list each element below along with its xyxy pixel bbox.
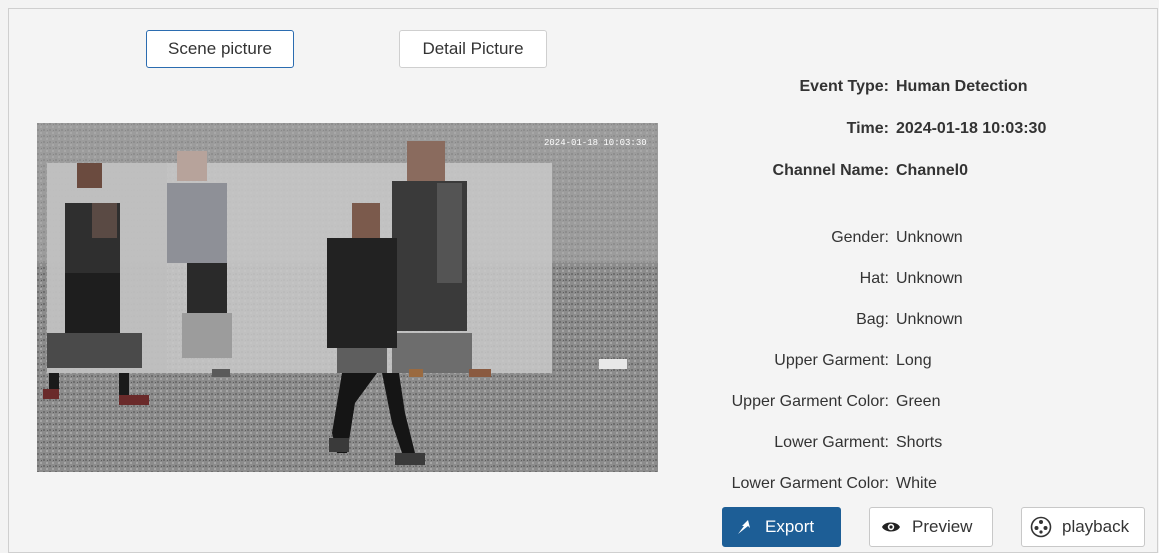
bag-label: Bag: [856,311,889,328]
upper-garment-color-label: Upper Garment Color: [731,393,889,410]
playback-label: playback [1062,517,1130,536]
eye-icon [880,516,902,538]
lower-garment-color-label: Lower Garment Color: [731,475,889,492]
channel-name-value: Channel0 [896,162,969,179]
bag-value: Unknown [896,311,963,328]
hat-value: Unknown [896,270,963,287]
tab-scene-picture[interactable]: Scene picture [146,30,294,68]
tab-detail-picture[interactable]: Detail Picture [399,30,547,68]
lower-garment-color-value: White [896,475,937,492]
hat-label: Hat: [859,270,889,287]
upper-garment-color-value: Green [896,393,941,410]
event-type-label: Event Type: [799,78,890,95]
upper-garment-value: Long [896,352,932,369]
upper-garment-label: Upper Garment: [774,352,889,369]
time-label: Time: [846,120,889,137]
event-type-value: Human Detection [896,78,1028,95]
time-value: 2024-01-18 10:03:30 [896,120,1047,137]
playback-icon [1030,516,1052,538]
playback-button[interactable]: playback [1021,507,1145,547]
export-button[interactable]: Export [722,507,841,547]
channel-name-label: Channel Name: [772,162,889,179]
scene-snapshot: 2024-01-18 10:03:30 [37,123,658,472]
lower-garment-label: Lower Garment: [774,434,889,451]
preview-label: Preview [912,517,973,536]
gender-value: Unknown [896,229,963,246]
gender-label: Gender: [831,229,889,246]
export-icon [733,516,755,538]
osd-timestamp: 2024-01-18 10:03:30 [544,138,647,148]
preview-button[interactable]: Preview [869,507,993,547]
lower-garment-value: Shorts [896,434,943,451]
privacy-mosaic [47,141,552,373]
scene-picture-image: 2024-01-18 10:03:30 [37,123,658,472]
export-label: Export [765,517,815,536]
